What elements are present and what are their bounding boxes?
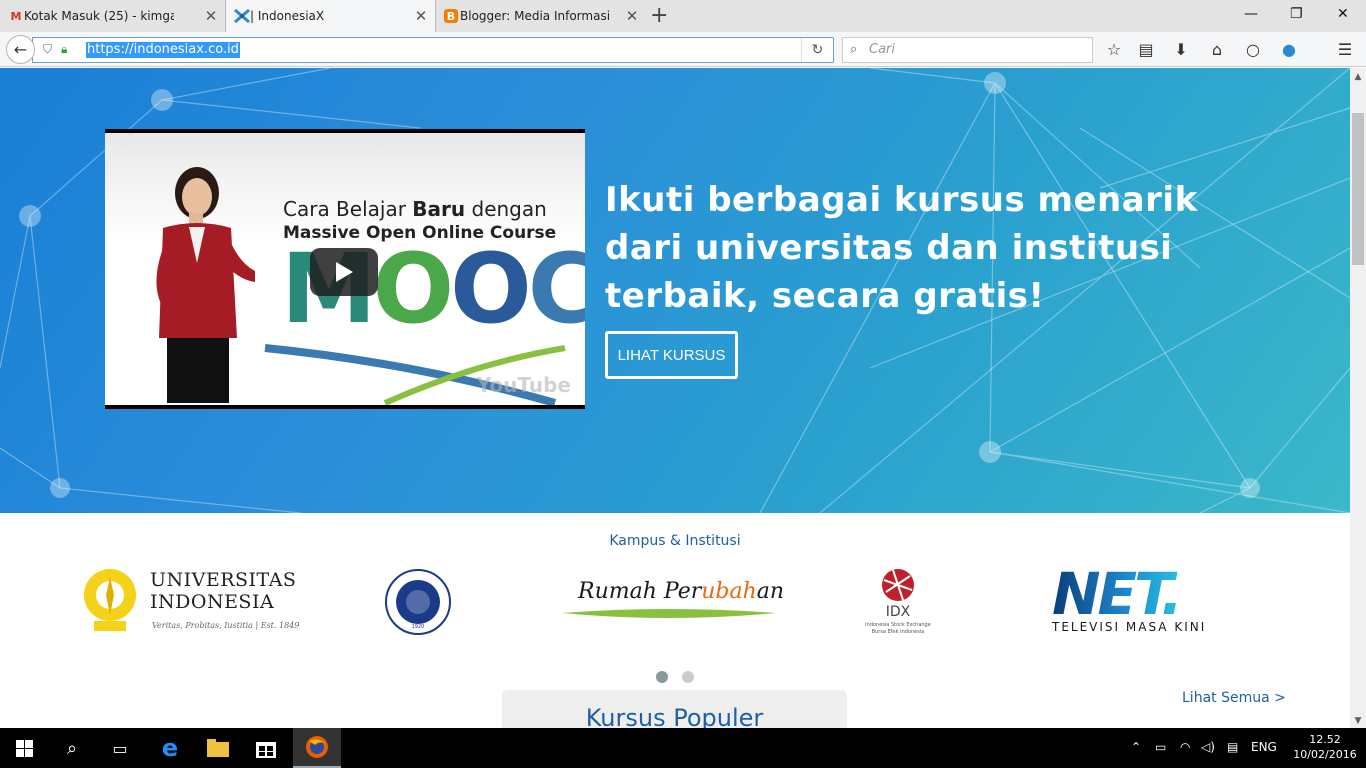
star-icon[interactable]: ☆	[1104, 40, 1124, 59]
ui-name-line1: UNIVERSITAS	[150, 569, 297, 591]
close-window-button[interactable]: ✕	[1337, 6, 1349, 22]
search-input[interactable]: ⌕ Cari	[842, 37, 1093, 63]
gmail-icon: M	[10, 9, 22, 23]
scroll-up-icon[interactable]: ▲	[1350, 72, 1366, 82]
reading-list-icon[interactable]: ▤	[1136, 40, 1156, 59]
makara-emblem-icon	[84, 569, 136, 631]
web-page: Cara Belajar Baru dengan Massive Open On…	[0, 68, 1350, 728]
mooc-letter: O	[372, 233, 455, 345]
shield-icon[interactable]: ⛉	[43, 42, 52, 57]
idx-name: IDX	[885, 604, 911, 620]
url-text[interactable]: https://indonesiax.co.id	[86, 42, 240, 58]
tray-expand-icon[interactable]: ⌃	[1131, 740, 1141, 754]
close-tab-icon[interactable]: ✕	[203, 7, 219, 25]
clock-time: 12.52	[1309, 733, 1341, 746]
lihat-semua-link[interactable]: Lihat Semua >	[1182, 690, 1286, 706]
scrollbar-thumb[interactable]	[1352, 113, 1364, 265]
video-caption-line1: Cara Belajar Baru dengan	[283, 197, 547, 221]
close-tab-icon[interactable]: ✕	[413, 7, 429, 25]
hero-banner: Cara Belajar Baru dengan Massive Open On…	[0, 68, 1350, 513]
hero-heading: Ikuti berbagai kursus menarik dari unive…	[605, 180, 1198, 316]
net-tagline: TELEVISI MASA KINI	[1052, 620, 1207, 634]
indonesiax-icon	[234, 9, 250, 23]
close-tab-icon[interactable]: ✕	[624, 7, 640, 25]
tab-blogger[interactable]: B Blogger: Media Informasi ... ✕	[436, 0, 646, 32]
back-arrow-icon: ←	[13, 40, 28, 59]
rumah-perubahan-text: Rumah Perubahan	[578, 579, 785, 604]
logo-rumah-perubahan[interactable]: Rumah Perubahan	[560, 573, 784, 623]
logo-universitas-indonesia[interactable]: UNIVERSITAS INDONESIA Veritas, Probitas,…	[78, 563, 300, 635]
logo-idx[interactable]: IDX Indonesia Stock Exchange Bursa Efek …	[862, 568, 934, 640]
edge-icon[interactable]: e	[146, 728, 194, 768]
tab-title: | IndonesiaX	[250, 9, 325, 23]
play-icon	[336, 262, 353, 282]
play-button[interactable]	[310, 248, 378, 296]
youtube-video-player[interactable]: Cara Belajar Baru dengan Massive Open On…	[105, 129, 585, 409]
wifi-icon[interactable]: ◠	[1180, 740, 1190, 754]
lihat-kursus-button[interactable]: LIHAT KURSUS	[605, 331, 738, 379]
logo-net-tv[interactable]: NET. TELEVISI MASA KINI	[1052, 560, 1252, 636]
system-clock[interactable]: 12.52 10/02/2016	[1290, 732, 1360, 762]
tab-indonesiax[interactable]: | IndonesiaX ✕	[225, 0, 436, 32]
task-view-icon[interactable]: ▭	[96, 728, 144, 768]
home-icon[interactable]: ⌂	[1207, 40, 1227, 59]
windows-logo-icon	[15, 739, 33, 757]
kursus-populer-header: Kursus Populer	[502, 690, 847, 728]
back-button[interactable]: ←	[6, 35, 35, 64]
start-button[interactable]	[0, 728, 48, 768]
file-explorer-icon[interactable]	[194, 728, 242, 768]
idx-globe-icon	[882, 569, 914, 601]
restore-button[interactable]: ❐	[1290, 6, 1303, 22]
url-bar[interactable]: ⛉ 🔒︎ https://indonesiax.co.id ↻	[32, 37, 834, 63]
lock-icon[interactable]: 🔒︎	[61, 42, 67, 57]
net-wordmark: NET.	[1052, 560, 1183, 628]
battery-icon[interactable]: ▭	[1155, 740, 1166, 754]
store-icon[interactable]	[242, 728, 290, 768]
scroll-down-icon[interactable]: ▼	[1350, 716, 1366, 726]
partners-section-title: Kampus & Institusi	[609, 533, 741, 549]
ui-tagline: Veritas, Probitas, Iustitia | Est. 1849	[152, 621, 300, 630]
chat-icon[interactable]: ○	[1243, 40, 1263, 59]
tab-title: Kotak Masuk (25) - kimgat...	[24, 9, 174, 23]
new-tab-button[interactable]: +	[650, 3, 668, 28]
mooc-letter: O	[450, 233, 532, 345]
mooc-letter: C	[527, 233, 585, 345]
windows-taskbar: ⌕ ▭ e ⌃ ▭ ◠ ◁) ▤ ENG 12.52 10/02/2016	[0, 728, 1366, 768]
kursus-populer-title: Kursus Populer	[585, 704, 764, 728]
search-icon: ⌕	[850, 42, 858, 57]
presenter-image	[156, 167, 255, 403]
search-placeholder: Cari	[869, 42, 895, 57]
tab-gmail[interactable]: M Kotak Masuk (25) - kimgat... ✕	[0, 0, 225, 32]
search-taskbar-icon[interactable]: ⌕	[48, 728, 96, 768]
video-thumbnail: Cara Belajar Baru dengan Massive Open On…	[105, 133, 585, 405]
sync-icon[interactable]: ●	[1279, 40, 1299, 59]
volume-icon[interactable]: ◁)	[1201, 740, 1215, 754]
carousel-dot-2[interactable]	[682, 671, 694, 683]
youtube-watermark: YouTube	[476, 373, 571, 397]
idx-sub2: Bursa Efek Indonesia	[871, 629, 925, 635]
idx-sub1: Indonesia Stock Exchange	[865, 622, 931, 628]
browser-tab-strip: M Kotak Masuk (25) - kimgat... ✕ | Indon…	[0, 0, 1366, 32]
blogger-icon: B	[444, 9, 458, 23]
carousel-dot-1[interactable]	[656, 671, 668, 683]
clock-date: 10/02/2016	[1293, 748, 1357, 761]
minimize-button[interactable]: —	[1244, 6, 1258, 22]
menu-icon[interactable]: ☰	[1335, 40, 1355, 59]
itb-year: 1920	[411, 624, 425, 630]
swoosh-underline	[562, 609, 776, 618]
reload-icon[interactable]: ↻	[801, 38, 833, 62]
action-center-icon[interactable]: ▤	[1227, 740, 1238, 754]
input-language[interactable]: ENG	[1251, 740, 1277, 754]
download-icon[interactable]: ⬇	[1171, 40, 1191, 59]
logo-itb[interactable]: 1920	[384, 568, 452, 636]
tab-title: Blogger: Media Informasi ...	[460, 9, 610, 23]
page-scrollbar[interactable]: ▲ ▼	[1350, 68, 1366, 728]
firefox-taskbar-icon[interactable]	[293, 728, 341, 768]
navigation-toolbar: ⛉ 🔒︎ https://indonesiax.co.id ↻ ← ⌕ Cari…	[0, 32, 1366, 67]
ui-name-line2: INDONESIA	[150, 591, 275, 613]
